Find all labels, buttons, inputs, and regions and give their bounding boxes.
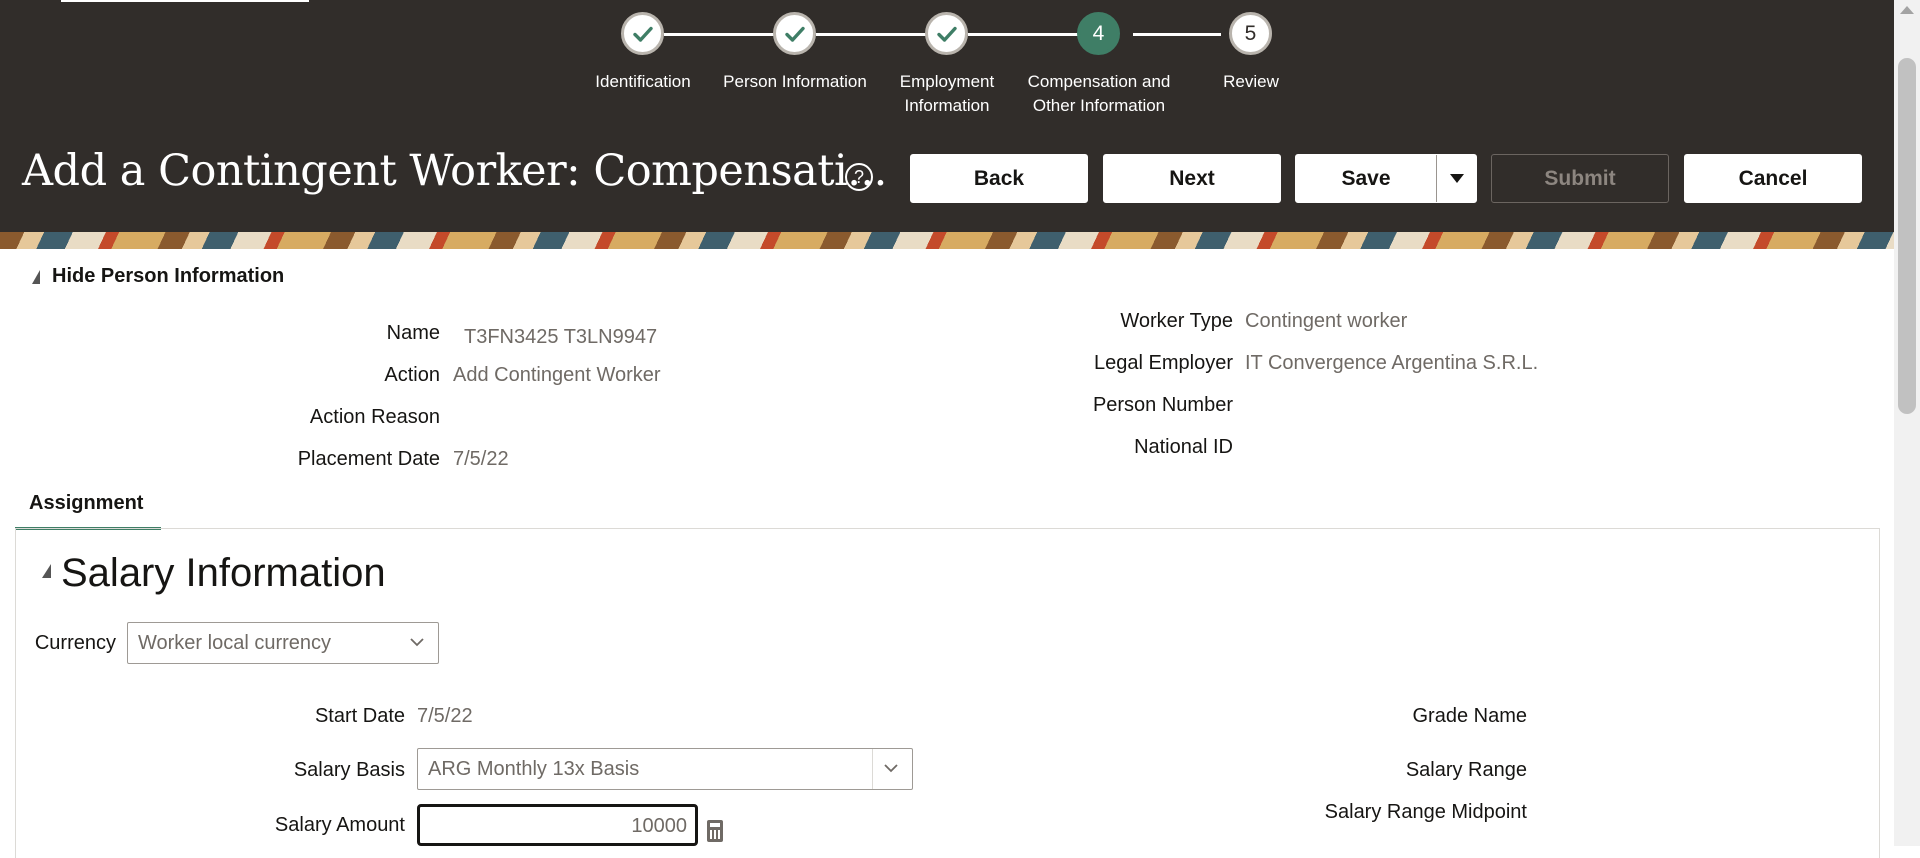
caret-down-icon bbox=[1449, 173, 1464, 183]
train-step-label[interactable]: Employment Information bbox=[862, 70, 1032, 118]
select-divider bbox=[872, 749, 873, 789]
salary-range-midpoint-label: Salary Range Midpoint bbox=[1324, 801, 1527, 823]
hide-person-information-toggle[interactable]: Hide Person Information bbox=[32, 265, 284, 288]
train-step-label[interactable]: Review bbox=[1166, 70, 1336, 94]
salary-amount-label: Salary Amount bbox=[274, 814, 405, 836]
train-step-label[interactable]: Compensation and Other Information bbox=[1014, 70, 1184, 118]
back-button[interactable]: Back bbox=[910, 154, 1088, 203]
action-value: Add Contingent Worker bbox=[453, 364, 661, 386]
tab-assignment[interactable]: Assignment bbox=[15, 490, 161, 530]
action-label: Action bbox=[384, 364, 440, 386]
currency-select[interactable]: Worker local currency bbox=[127, 622, 439, 664]
check-icon bbox=[784, 26, 805, 42]
action-reason-label: Action Reason bbox=[309, 406, 440, 428]
salary-basis-value: ARG Monthly 13x Basis bbox=[428, 757, 640, 780]
salary-basis-select[interactable]: ARG Monthly 13x Basis bbox=[417, 748, 913, 790]
chevron-down-icon bbox=[884, 764, 898, 773]
chevron-down-icon bbox=[410, 638, 424, 647]
salary-range-label: Salary Range bbox=[1405, 759, 1527, 781]
train-connector bbox=[816, 33, 928, 36]
train-step-compensation[interactable]: 4 bbox=[1077, 12, 1120, 55]
collapse-triangle-icon bbox=[32, 269, 40, 284]
name-label: Name bbox=[386, 322, 440, 344]
train-step-label[interactable]: Person Information bbox=[710, 70, 880, 94]
next-button-label: Next bbox=[1169, 166, 1215, 190]
check-icon bbox=[632, 26, 653, 42]
currency-value: Worker local currency bbox=[138, 631, 332, 654]
train-connector bbox=[1133, 33, 1221, 36]
national-id-label: National ID bbox=[1134, 436, 1233, 458]
salary-basis-label: Salary Basis bbox=[293, 759, 405, 781]
submit-button[interactable]: Submit bbox=[1491, 154, 1669, 203]
toggle-label: Hide Person Information bbox=[52, 265, 285, 287]
legal-employer-label: Legal Employer bbox=[1094, 352, 1233, 374]
legal-employer-value: IT Convergence Argentina S.R.L. bbox=[1245, 352, 1539, 374]
placement-date-value: 7/5/22 bbox=[453, 448, 509, 470]
check-icon bbox=[936, 26, 957, 42]
cancel-button-label: Cancel bbox=[1738, 166, 1808, 190]
submit-button-label: Submit bbox=[1544, 166, 1616, 190]
section-title: Salary Information bbox=[61, 551, 386, 595]
train-step-review[interactable]: 5 bbox=[1229, 12, 1272, 55]
page-title: Add a Contingent Worker: Compensati... bbox=[22, 146, 887, 196]
calculator-icon[interactable] bbox=[707, 820, 723, 842]
placement-date-label: Placement Date bbox=[297, 448, 440, 470]
worker-type-label: Worker Type bbox=[1120, 310, 1233, 332]
save-button-label[interactable]: Save bbox=[1296, 167, 1436, 191]
page-header: Identification Person Information Employ… bbox=[0, 0, 1894, 232]
train-step-identification[interactable] bbox=[621, 12, 664, 55]
person-number-label: Person Number bbox=[1092, 394, 1233, 416]
start-date-value: 7/5/22 bbox=[417, 705, 473, 727]
decorative-banner bbox=[0, 232, 1894, 249]
help-icon[interactable]: ? bbox=[845, 163, 873, 191]
scrollbar-thumb[interactable] bbox=[1898, 58, 1916, 414]
collapse-triangle-icon bbox=[42, 563, 51, 578]
salary-information-header[interactable]: Salary Information bbox=[42, 551, 386, 596]
train-connector bbox=[664, 33, 776, 36]
name-value: T3FN3425 T3LN9947 bbox=[464, 326, 658, 348]
currency-label: Currency bbox=[34, 632, 116, 654]
train-connector bbox=[968, 33, 1080, 36]
scroll-up-arrow-icon[interactable] bbox=[1900, 6, 1914, 14]
back-button-label: Back bbox=[973, 166, 1025, 190]
cancel-button[interactable]: Cancel bbox=[1684, 154, 1862, 203]
train-step-label[interactable]: Identification bbox=[558, 70, 728, 94]
save-menu-button[interactable] bbox=[1436, 155, 1476, 202]
grade-name-label: Grade Name bbox=[1412, 705, 1528, 727]
save-button[interactable]: Save bbox=[1295, 154, 1477, 203]
worker-type-value: Contingent worker bbox=[1245, 310, 1408, 332]
train-step-employment-information[interactable] bbox=[925, 12, 968, 55]
salary-amount-input[interactable]: 10000 bbox=[417, 804, 698, 846]
start-date-label: Start Date bbox=[314, 705, 405, 727]
train-step-person-information[interactable] bbox=[773, 12, 816, 55]
next-button[interactable]: Next bbox=[1103, 154, 1281, 203]
top-link-underline bbox=[61, 0, 309, 2]
